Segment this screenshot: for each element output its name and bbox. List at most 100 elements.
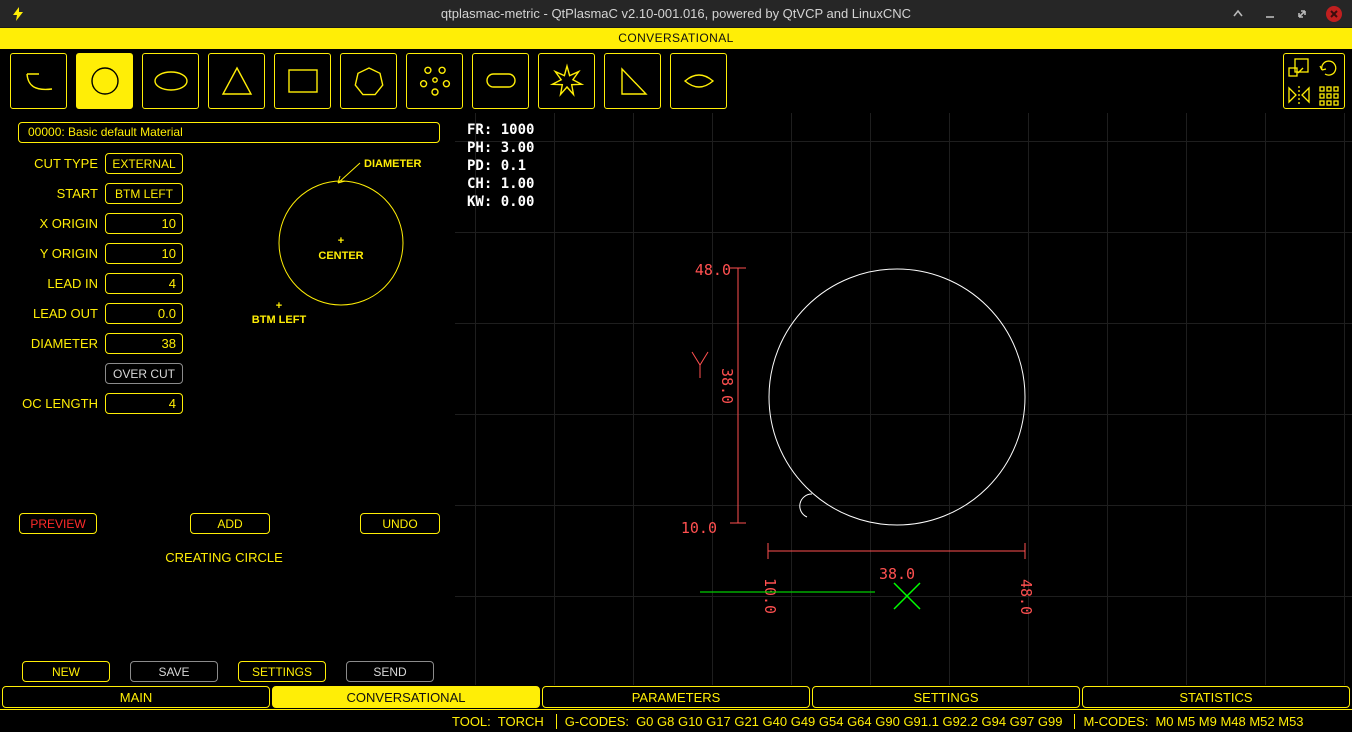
preview-button[interactable]: PREVIEW <box>19 513 97 534</box>
tab-conversational[interactable]: CONVERSATIONAL <box>272 686 540 708</box>
tab-statistics[interactable]: STATISTICS <box>1082 686 1350 708</box>
mcodes-label: M-CODES: <box>1083 714 1148 729</box>
diagram-center-marker: + <box>338 235 344 247</box>
star-icon <box>547 61 587 101</box>
lead-in-input[interactable] <box>105 273 183 294</box>
restore-button[interactable] <box>1294 6 1310 22</box>
diagram-leader-line <box>338 163 360 183</box>
shape-utilities-group <box>1283 53 1345 109</box>
main-tab-bar: MAIN CONVERSATIONAL PARAMETERS SETTINGS … <box>0 685 1352 709</box>
dim-diameter-vertical: 38.0 <box>718 368 736 404</box>
main-area: 00000: Basic default Material CUT TYPE E… <box>0 113 1352 685</box>
status-bar: TOOL: TORCH G-CODES: G0 G8 G10 G17 G21 G… <box>0 709 1352 732</box>
rectangle-icon <box>283 61 323 101</box>
dim-y-offset: 10.0 <box>681 519 717 537</box>
shape-ellipse-button[interactable] <box>142 53 199 109</box>
gcodes-value: G0 G8 G10 G17 G21 G40 G49 G54 G64 G90 G9… <box>636 714 1062 729</box>
shape-sector-button[interactable] <box>670 53 727 109</box>
lead-out-label: LEAD OUT <box>0 303 98 324</box>
preview-drawing: 48.0 10.0 38.0 38.0 10.0 48.0 <box>455 113 1352 685</box>
cut-path-circle <box>769 269 1025 525</box>
close-icon <box>1329 9 1339 19</box>
mirror-icon <box>1287 84 1311 106</box>
lead-out-input[interactable] <box>105 303 183 324</box>
shape-bolt-circle-button[interactable] <box>406 53 463 109</box>
array-button[interactable] <box>1316 83 1342 107</box>
oc-length-label: OC LENGTH <box>0 393 98 414</box>
gusset-icon <box>613 61 653 101</box>
rotate-button[interactable] <box>1316 56 1342 80</box>
tool-label: TOOL: <box>452 714 491 729</box>
lead-in-label: LEAD IN <box>0 273 98 294</box>
dimension-arrow-marker <box>692 352 708 378</box>
shape-gusset-button[interactable] <box>604 53 661 109</box>
mirror-button[interactable] <box>1286 83 1312 107</box>
gcodes-label: G-CODES: <box>565 714 629 729</box>
app-window: qtplasmac-metric - QtPlasmaC v2.10-001.0… <box>0 0 1352 732</box>
cut-type-label: CUT TYPE <box>0 153 98 174</box>
shape-toolbar <box>0 49 1352 113</box>
diagram-btmleft-label: BTM LEFT <box>252 314 307 326</box>
close-button[interactable] <box>1326 6 1342 22</box>
cut-type-button[interactable]: EXTERNAL <box>105 153 183 174</box>
shape-line-button[interactable] <box>10 53 67 109</box>
diagram-diameter-label: DIAMETER <box>364 158 422 170</box>
tab-main[interactable]: MAIN <box>2 686 270 708</box>
polygon-icon <box>349 61 389 101</box>
shape-circle-button[interactable] <box>76 53 133 109</box>
tool-value: TORCH <box>498 714 544 729</box>
send-button[interactable]: SEND <box>346 661 434 682</box>
x-origin-label: X ORIGIN <box>0 213 98 234</box>
scale-icon <box>1287 57 1311 79</box>
dim-width-total: 48.0 <box>1017 579 1035 615</box>
new-button[interactable]: NEW <box>22 661 110 682</box>
minimize-icon <box>1264 8 1276 20</box>
sector-icon <box>679 61 719 101</box>
start-position-button[interactable]: BTM LEFT <box>105 183 183 204</box>
dim-x-offset: 10.0 <box>761 578 779 614</box>
shape-triangle-button[interactable] <box>208 53 265 109</box>
statusbar-separator <box>1074 714 1075 729</box>
x-origin-input[interactable] <box>105 213 183 234</box>
diameter-label: DIAMETER <box>0 333 98 354</box>
rotate-icon <box>1317 57 1341 79</box>
titlebar: qtplasmac-metric - QtPlasmaC v2.10-001.0… <box>0 0 1352 28</box>
shape-diagram: DIAMETER + CENTER + BTM LEFT <box>210 138 450 368</box>
triangle-icon <box>217 61 257 101</box>
tab-settings[interactable]: SETTINGS <box>812 686 1080 708</box>
oc-length-input[interactable] <box>105 393 183 414</box>
restore-icon <box>1296 8 1308 20</box>
settings-button[interactable]: SETTINGS <box>238 661 326 682</box>
tab-parameters[interactable]: PARAMETERS <box>542 686 810 708</box>
y-origin-input[interactable] <box>105 243 183 264</box>
y-origin-label: Y ORIGIN <box>0 243 98 264</box>
line-icon <box>19 61 59 101</box>
gcode-preview[interactable]: FR: 1000 PH: 3.00 PD: 0.1 CH: 1.00 KW: 0… <box>455 113 1352 685</box>
mcodes-value: M0 M5 M9 M48 M52 M53 <box>1155 714 1303 729</box>
diagram-btmleft-marker: + <box>276 300 282 312</box>
over-cut-button[interactable]: OVER CUT <box>105 363 183 384</box>
undo-button[interactable]: UNDO <box>360 513 440 534</box>
circle-icon <box>85 61 125 101</box>
add-button[interactable]: ADD <box>190 513 270 534</box>
shade-button[interactable] <box>1230 6 1246 22</box>
bolt-circle-icon <box>415 61 455 101</box>
minimize-button[interactable] <box>1262 6 1278 22</box>
mode-banner: CONVERSATIONAL <box>0 28 1352 49</box>
shape-star-button[interactable] <box>538 53 595 109</box>
dim-diameter-horizontal: 38.0 <box>879 565 915 583</box>
shape-slot-button[interactable] <box>472 53 529 109</box>
window-title: qtplasmac-metric - QtPlasmaC v2.10-001.0… <box>0 6 1352 21</box>
shape-polygon-button[interactable] <box>340 53 397 109</box>
shape-rectangle-button[interactable] <box>274 53 331 109</box>
statusbar-separator <box>556 714 557 729</box>
scale-button[interactable] <box>1286 56 1312 80</box>
array-icon <box>1317 84 1341 106</box>
shade-icon <box>1232 8 1244 20</box>
ellipse-icon <box>151 61 191 101</box>
save-button[interactable]: SAVE <box>130 661 218 682</box>
diameter-input[interactable] <box>105 333 183 354</box>
lead-in-arc <box>800 494 812 517</box>
dim-height-total: 48.0 <box>695 261 731 279</box>
diagram-center-label: CENTER <box>318 250 363 262</box>
